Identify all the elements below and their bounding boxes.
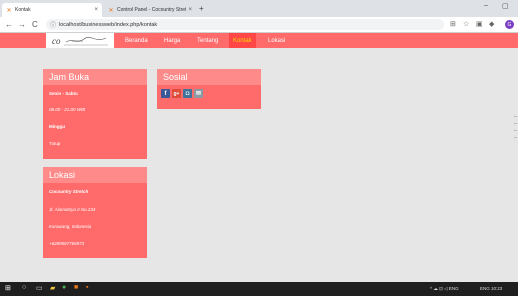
sosial-panel: Sosial f g+ ◘ ✉ — [157, 69, 261, 109]
xampp-icon: ✕ — [108, 7, 114, 14]
taskbar-clock[interactable]: ENG 10:23 — [480, 286, 502, 291]
sunday-label: Minggu — [49, 124, 65, 129]
nav-beranda[interactable]: Beranda — [121, 33, 152, 48]
tab-kontak[interactable]: ✕ Kontak × — [2, 3, 102, 17]
tab-control-panel[interactable]: ✕ Control Panel - Cocountry Stretc × — [104, 3, 196, 17]
instagram-icon[interactable]: ◘ — [183, 89, 192, 98]
facebook-icon[interactable]: f — [161, 89, 170, 98]
scroll-marker — [514, 123, 517, 124]
address-toolbar: ← → C ⓘ localhost/businessweb/index.php/… — [0, 17, 518, 33]
taskbar: ⊞ ○ ▭ ▰ ● ■ ▪ ^ ☁ ⊡ ◁ ENG ENG 10:23 — [0, 282, 518, 296]
close-icon[interactable]: × — [188, 7, 192, 13]
jam-buka-title: Jam Buka — [43, 69, 147, 85]
url-text: localhost/businessweb/index.php/kontak — [59, 21, 158, 28]
info-icon[interactable]: ⓘ — [50, 20, 56, 29]
extension-icon[interactable]: ▣ — [476, 20, 483, 28]
translate-icon[interactable]: ⊞ — [450, 20, 456, 28]
xampp-icon: ✕ — [6, 7, 12, 14]
new-tab-button[interactable]: + — [199, 4, 204, 13]
search-icon[interactable]: ○ — [22, 284, 26, 291]
location-name: Cocountry Stretch — [49, 189, 89, 194]
jam-buka-panel: Jam Buka Senin - Sabtu 08.00 - 21.00 WIB… — [43, 69, 147, 159]
back-button[interactable]: ← — [5, 20, 13, 29]
email-icon[interactable]: ✉ — [194, 89, 203, 98]
nav-lokasi[interactable]: Lokasi — [264, 33, 289, 48]
opening-hours: 08.00 - 21.00 WIB — [49, 107, 86, 112]
xampp-taskbar-icon[interactable]: ■ — [74, 284, 78, 291]
forward-button[interactable]: → — [18, 20, 26, 29]
days-label: Senin - Sabtu — [49, 91, 78, 96]
social-icons: f g+ ◘ ✉ — [161, 89, 203, 98]
tab-title: Kontak — [15, 7, 31, 13]
scroll-marker — [514, 116, 517, 117]
chrome-icon[interactable]: ● — [62, 284, 66, 291]
windows-start-icon[interactable]: ⊞ — [5, 284, 11, 292]
location-phone: +6289567765973 — [49, 241, 85, 246]
scroll-marker — [514, 137, 517, 138]
puzzle-icon[interactable]: ◆ — [489, 20, 494, 28]
scroll-marker — [514, 130, 517, 131]
nav-harga[interactable]: Harga — [160, 33, 184, 48]
browser-tab-bar: ✕ Kontak × ✕ Control Panel - Cocountry S… — [0, 0, 518, 17]
logo-mark: co cocountry — [52, 36, 108, 46]
nav-kontak[interactable]: Kontak — [229, 33, 256, 48]
minimize-button[interactable]: – — [484, 2, 488, 9]
close-icon[interactable]: × — [94, 7, 98, 13]
star-icon[interactable]: ☆ — [463, 20, 469, 28]
sosial-title: Sosial — [157, 69, 261, 85]
task-view-icon[interactable]: ▭ — [36, 284, 43, 292]
logo-text: cocountry — [72, 40, 84, 43]
tab-title: Control Panel - Cocountry Stretc — [117, 7, 187, 13]
site-logo[interactable]: co cocountry — [46, 33, 114, 48]
lokasi-panel: Lokasi Cocountry Stretch Jl. Alamatnya I… — [43, 167, 147, 258]
svg-text:co: co — [52, 36, 61, 46]
profile-avatar[interactable]: G — [505, 20, 514, 29]
system-tray[interactable]: ^ ☁ ⊡ ◁ ENG — [430, 286, 459, 292]
location-address: Jl. Alamatnya II No.234 — [49, 207, 96, 212]
url-bar[interactable]: ⓘ localhost/businessweb/index.php/kontak — [46, 19, 444, 30]
location-city: Karawang, Indonesia — [49, 224, 92, 229]
file-explorer-icon[interactable]: ▰ — [50, 284, 55, 292]
restore-button[interactable]: ▢ — [502, 2, 509, 10]
google-plus-icon[interactable]: g+ — [172, 89, 181, 98]
lokasi-title: Lokasi — [43, 167, 147, 183]
nav-tentang[interactable]: Tentang — [193, 33, 222, 48]
sunday-status: Tutup — [49, 141, 61, 146]
app-taskbar-icon[interactable]: ▪ — [86, 284, 88, 291]
site-navbar: co cocountry Beranda Harga Tentang Konta… — [0, 33, 518, 48]
reload-button[interactable]: C — [32, 20, 38, 29]
